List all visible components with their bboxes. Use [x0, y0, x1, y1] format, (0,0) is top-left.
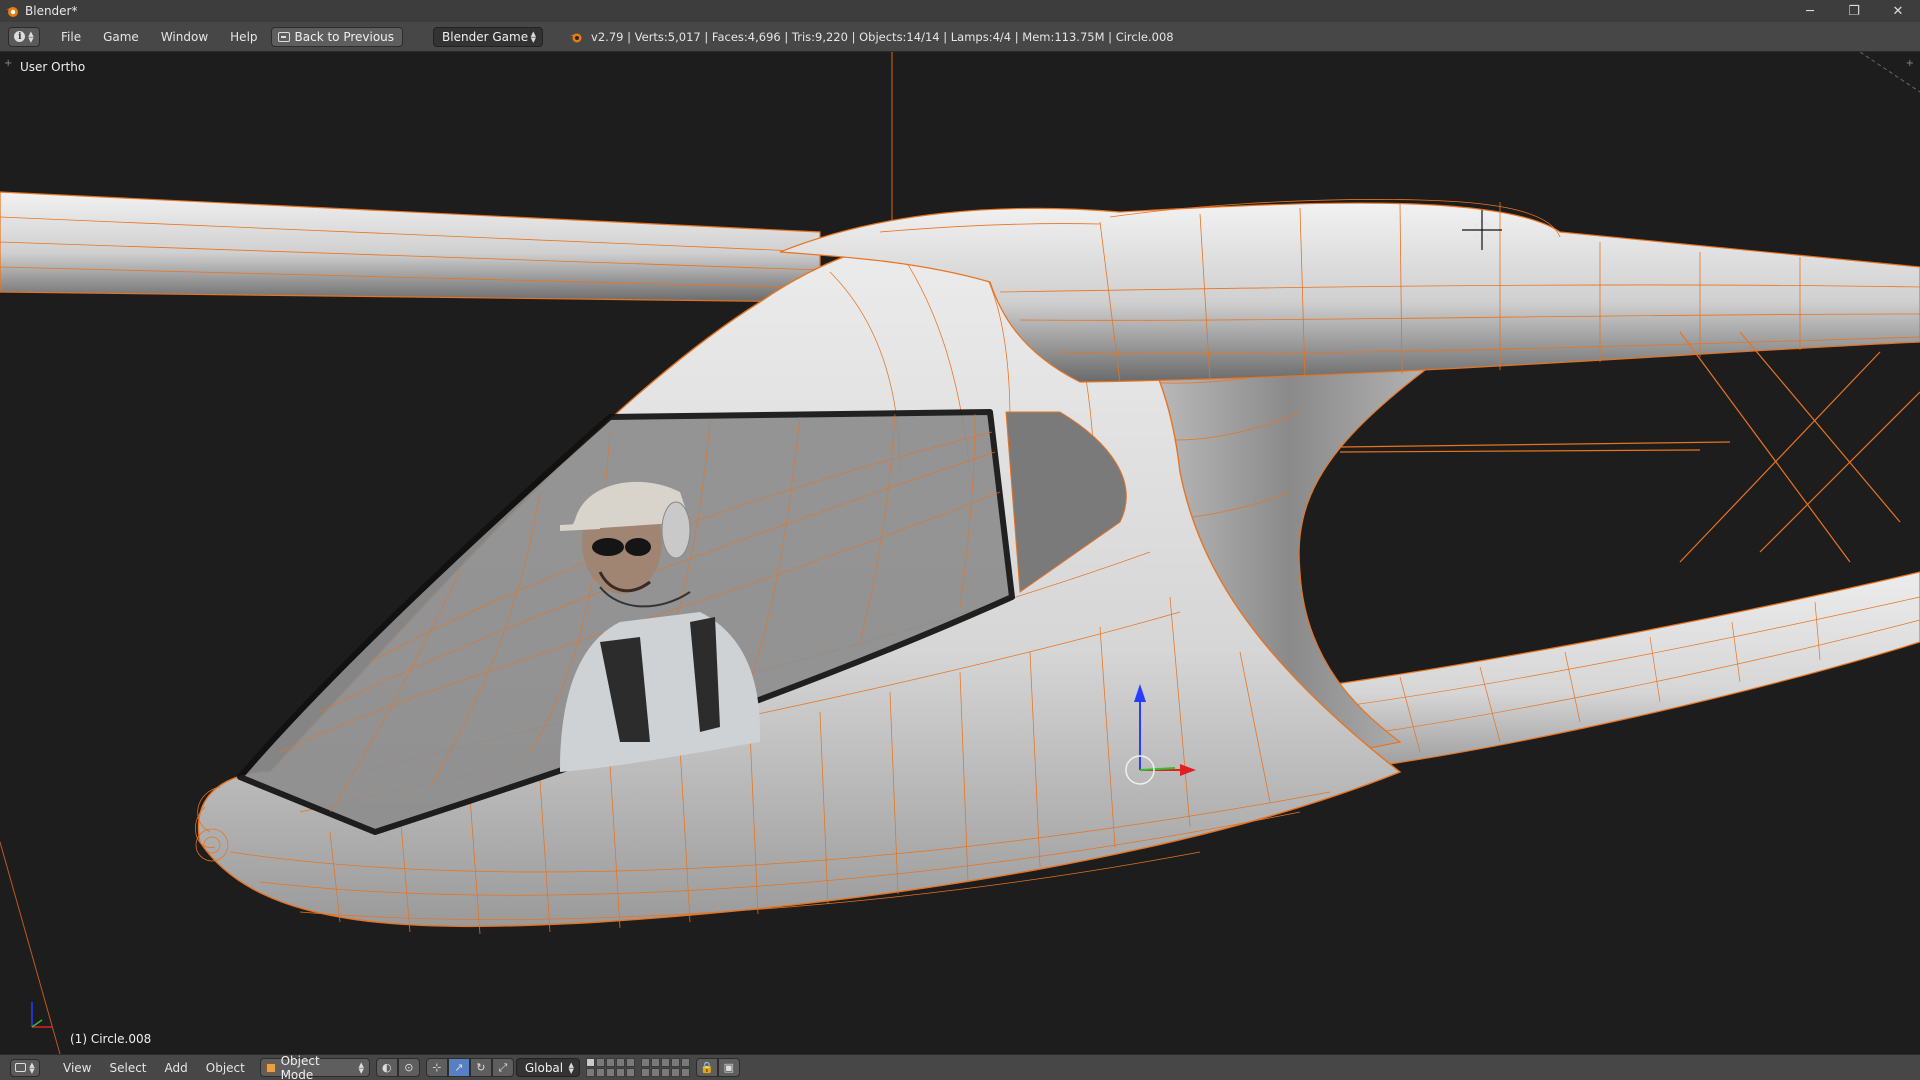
rotate-icon[interactable]: ↻	[469, 1058, 492, 1077]
transform-orientation-value: Global	[524, 1060, 564, 1075]
3d-view-header: ▲ ▼ View Select Add Object Object Mode ▲ ▼…	[0, 1054, 1920, 1080]
restore-button[interactable]: ❐	[1832, 0, 1876, 22]
render-engine-value: Blender Game	[442, 29, 529, 44]
menu-view[interactable]: View	[54, 1061, 100, 1075]
updown-arrows-icon: ▲ ▼	[29, 1060, 35, 1075]
pivot-icon[interactable]: ⊙	[397, 1058, 420, 1077]
viewport-shading-icon[interactable]: ◐	[375, 1058, 398, 1077]
updown-arrows-icon: ▲ ▼	[530, 29, 537, 44]
interaction-mode-select[interactable]: Object Mode ▲ ▼	[259, 1054, 370, 1080]
interaction-mode-value: Object Mode	[280, 1053, 320, 1080]
scene-statistics: v2.79 | Verts:5,017 | Faces:4,696 | Tris…	[591, 29, 1174, 44]
close-button[interactable]: ✕	[1876, 0, 1920, 22]
area-split-corner-icon[interactable]: +	[1906, 58, 1914, 69]
menu-select[interactable]: Select	[100, 1061, 155, 1075]
editor-type-selector[interactable]: ▲ ▼	[10, 1058, 40, 1077]
transform-orientation-select[interactable]: Global ▲ ▼	[515, 1058, 580, 1077]
back-to-previous-label: Back to Previous	[294, 29, 395, 44]
3d-viewport[interactable]: User Ortho (1) Circle.008 + +	[0, 52, 1920, 1054]
glider-model-render	[0, 52, 1920, 1054]
menu-object[interactable]: Object	[197, 1061, 254, 1075]
blender-logo-icon	[6, 7, 18, 17]
layer-block-1[interactable]	[585, 1058, 635, 1077]
info-icon: i	[14, 31, 26, 42]
layer-block-2[interactable]	[640, 1058, 690, 1077]
updown-arrows-icon: ▲ ▼	[568, 1060, 574, 1075]
updown-arrows-icon: ▲ ▼	[28, 29, 34, 44]
area-split-corner-icon[interactable]: +	[4, 58, 12, 69]
translate-icon[interactable]: ↗	[447, 1058, 470, 1077]
updown-arrows-icon: ▲ ▼	[358, 1060, 364, 1075]
render-icon[interactable]: ▣	[717, 1058, 740, 1077]
3d-view-icon	[15, 1063, 27, 1072]
render-engine-select[interactable]: Blender Game ▲ ▼	[433, 26, 544, 47]
active-object-label: (1) Circle.008	[70, 1032, 152, 1046]
window-titlebar: Blender* ─ ❐ ✕	[0, 0, 1920, 22]
back-to-previous-button[interactable]: Back to Previous	[270, 26, 404, 47]
layers-icon[interactable]	[585, 1058, 690, 1077]
manipulator-icon[interactable]: ⊹	[425, 1058, 448, 1077]
object-cube-icon	[265, 1062, 276, 1073]
scale-icon[interactable]: ⤢	[491, 1058, 514, 1077]
editor-type-selector[interactable]: i ▲ ▼	[8, 26, 40, 47]
lock-icon[interactable]: 🔒	[695, 1058, 718, 1077]
info-header: i ▲ ▼ File Game Window Help Back to Previ…	[0, 22, 1920, 52]
menu-window[interactable]: Window	[150, 30, 219, 44]
window-title: Blender*	[25, 4, 78, 18]
minimize-button[interactable]: ─	[1788, 0, 1832, 22]
screen-back-icon	[277, 31, 290, 42]
menu-add[interactable]: Add	[156, 1061, 197, 1075]
menu-help[interactable]: Help	[219, 30, 268, 44]
menu-game[interactable]: Game	[92, 30, 150, 44]
menu-file[interactable]: File	[50, 30, 92, 44]
blender-stats-icon	[570, 33, 582, 42]
view-label: User Ortho	[20, 60, 86, 74]
